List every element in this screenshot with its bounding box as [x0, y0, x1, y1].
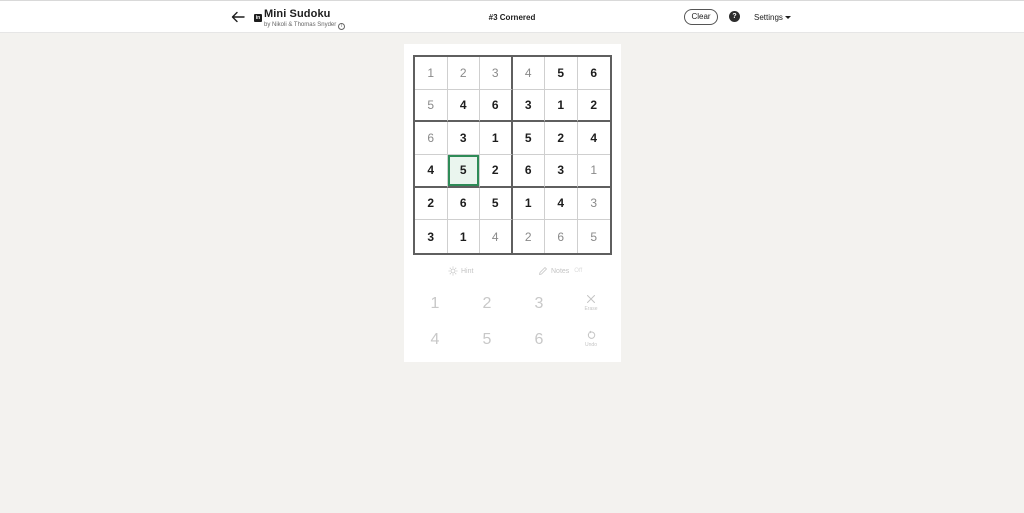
sudoku-cell-r2-c2[interactable]: 4	[447, 89, 480, 123]
clear-button[interactable]: Clear	[684, 9, 718, 25]
sudoku-cell-r5-c1[interactable]: 2	[415, 187, 448, 221]
sudoku-cell-r5-c3[interactable]: 5	[480, 187, 513, 221]
sudoku-cell-r6-c1[interactable]: 3	[415, 220, 448, 253]
erase-button[interactable]: Erase	[571, 288, 611, 318]
lightbulb-icon	[448, 266, 458, 276]
sudoku-cell-r2-c4[interactable]: 3	[512, 89, 545, 123]
sudoku-cell-r4-c3[interactable]: 2	[480, 155, 513, 188]
sudoku-cell-r1-c1[interactable]: 1	[415, 57, 448, 90]
sudoku-cell-r6-c4[interactable]: 2	[513, 220, 545, 253]
caret-down-icon	[784, 16, 791, 19]
keypad-digit-4[interactable]: 4	[415, 325, 455, 355]
sudoku-cell-r4-c4[interactable]: 6	[512, 155, 545, 188]
settings-label: Settings	[754, 13, 783, 22]
keypad-digit-3[interactable]: 3	[519, 289, 559, 319]
x-icon	[587, 295, 595, 303]
sudoku-board: 123456546312631524452631265143314265	[413, 55, 612, 255]
undo-label: Undo	[585, 342, 597, 348]
sudoku-cell-r1-c4[interactable]: 4	[512, 57, 545, 90]
byline: by Nikoli & Thomas Snyder i	[264, 22, 346, 30]
sudoku-cell-r5-c4[interactable]: 1	[512, 187, 545, 221]
notes-toggle[interactable]: Notes Off	[538, 266, 582, 276]
undo-icon	[587, 330, 596, 339]
sudoku-cell-r3-c3[interactable]: 1	[480, 122, 513, 155]
sudoku-cell-r2-c1[interactable]: 5	[415, 89, 448, 123]
info-icon[interactable]: i	[338, 23, 346, 30]
keypad-digit-5[interactable]: 5	[467, 325, 507, 355]
puzzle-name: #3 Cornered	[488, 13, 536, 22]
sudoku-cell-r3-c6[interactable]: 4	[577, 122, 610, 155]
sudoku-cell-r2-c3[interactable]: 6	[480, 89, 513, 123]
sudoku-cell-r4-c5[interactable]: 3	[545, 155, 578, 188]
keypad-digit-1[interactable]: 1	[415, 289, 455, 319]
sudoku-cell-r1-c2[interactable]: 2	[447, 57, 480, 90]
sudoku-cell-r3-c1[interactable]: 6	[415, 122, 448, 155]
sudoku-cell-r1-c6[interactable]: 6	[577, 57, 610, 90]
sudoku-cell-r6-c6[interactable]: 5	[578, 220, 611, 253]
hint-button[interactable]: Hint	[448, 266, 473, 276]
sudoku-cell-r3-c5[interactable]: 2	[545, 122, 578, 155]
sudoku-cell-r6-c3[interactable]: 4	[480, 220, 513, 253]
sudoku-cell-r6-c2[interactable]: 1	[448, 220, 480, 253]
notes-label: Notes	[551, 267, 570, 275]
game-panel: 123456546312631524452631265143314265 Hin…	[404, 44, 621, 362]
top-bar: in Mini Sudoku by Nikoli & Thomas Snyder…	[0, 0, 1024, 33]
sudoku-cell-r2-c5[interactable]: 1	[545, 89, 578, 123]
sudoku-cell-r4-c2[interactable]: 5	[447, 155, 480, 188]
sudoku-cell-r6-c5[interactable]: 6	[545, 220, 578, 253]
question-circle-icon[interactable]: ?	[729, 11, 740, 22]
sudoku-cell-r5-c2[interactable]: 6	[447, 187, 480, 221]
sudoku-cell-r3-c2[interactable]: 3	[447, 122, 480, 155]
sudoku-cell-r1-c3[interactable]: 3	[480, 57, 513, 90]
sudoku-cell-r5-c5[interactable]: 4	[545, 187, 578, 221]
sudoku-cell-r1-c5[interactable]: 5	[545, 57, 578, 90]
keypad-digit-2[interactable]: 2	[467, 289, 507, 319]
byline-text: by Nikoli & Thomas Snyder	[264, 22, 337, 28]
hint-label: Hint	[461, 267, 474, 275]
pencil-icon	[539, 267, 547, 275]
erase-label: Erase	[584, 306, 598, 312]
keypad-digit-6[interactable]: 6	[519, 325, 559, 355]
sudoku-cell-r3-c4[interactable]: 5	[512, 122, 545, 155]
notes-state: Off	[574, 268, 583, 274]
sudoku-cell-r2-c6[interactable]: 2	[577, 90, 610, 123]
sudoku-cell-r5-c6[interactable]: 3	[577, 188, 610, 221]
sudoku-cell-r4-c6[interactable]: 1	[577, 155, 610, 188]
sudoku-cell-r4-c1[interactable]: 4	[415, 155, 448, 188]
undo-button[interactable]: Undo	[571, 324, 611, 354]
settings-dropdown[interactable]: Settings	[754, 13, 791, 22]
